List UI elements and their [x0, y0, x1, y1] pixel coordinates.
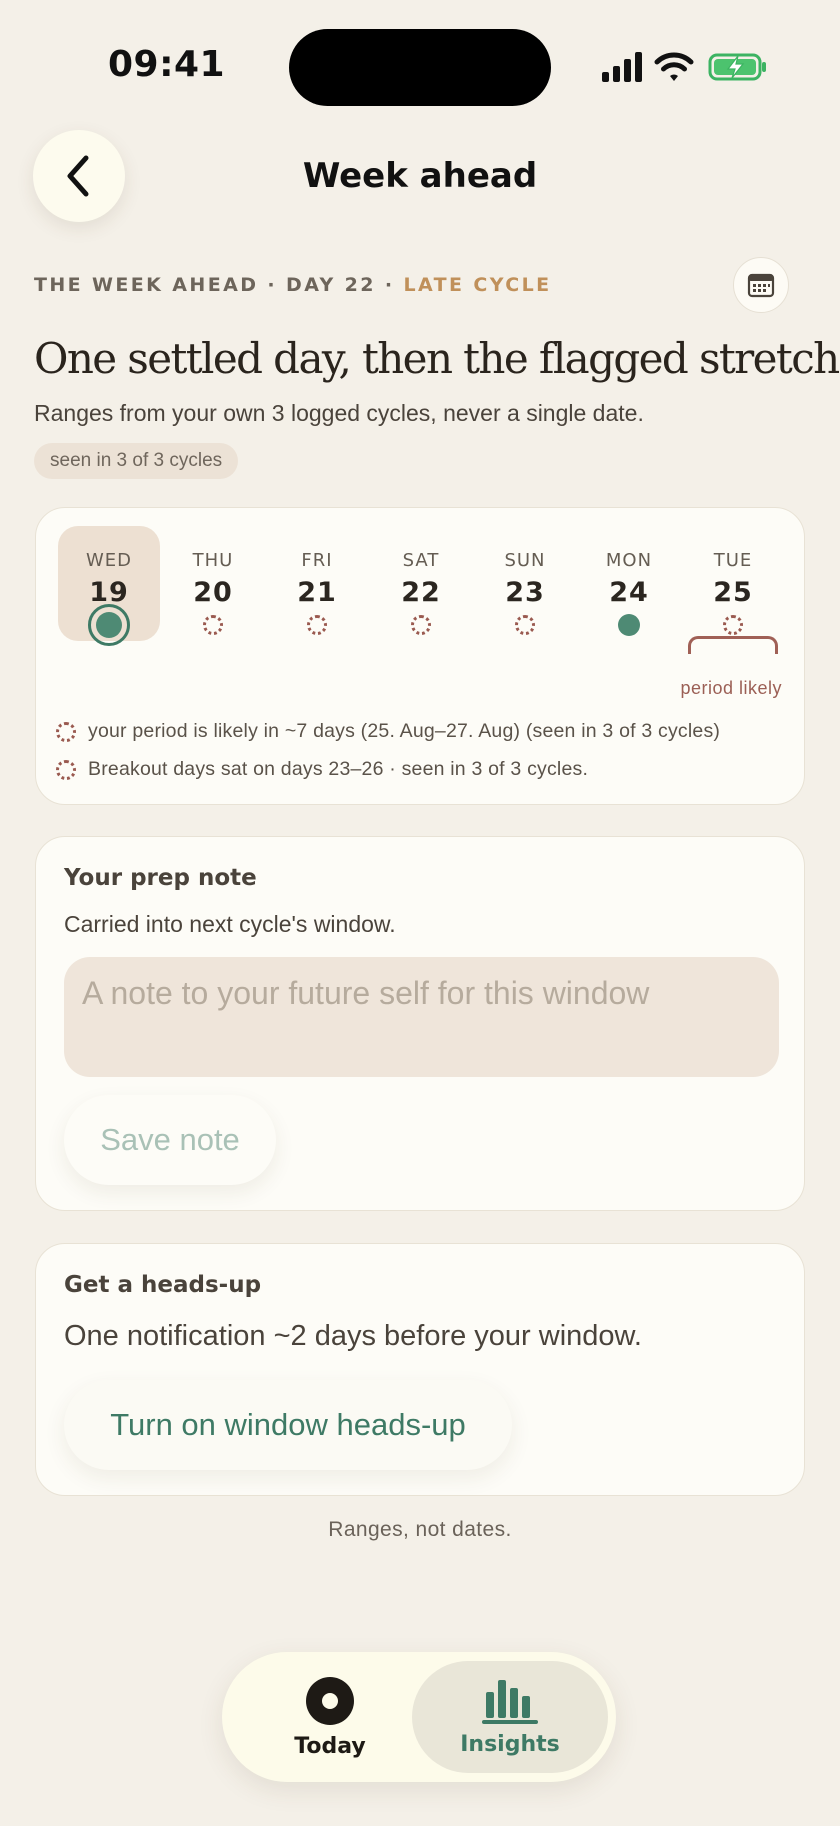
cellular-signal-icon [602, 52, 642, 82]
cycle-phase: LATE CYCLE [403, 274, 552, 296]
day-name: WED [85, 550, 133, 571]
headline: One settled day, then the flagged stretc… [34, 334, 840, 383]
calendar-icon [747, 273, 775, 298]
day-number: 24 [609, 577, 649, 608]
day-number: 23 [505, 577, 545, 608]
heads-up-title: Get a heads-up [64, 1272, 262, 1298]
day-number: 22 [401, 577, 441, 608]
legend-period: your period is likely in ~7 days (25. Au… [56, 720, 720, 743]
tab-insights-label: Insights [460, 1731, 560, 1757]
tab-insights[interactable]: Insights [412, 1661, 608, 1773]
day-column-wed[interactable]: WED 19 [58, 526, 160, 646]
eyebrow: THE WEEK AHEAD · DAY 22 · LATE CYCLE [34, 274, 552, 296]
day-column-thu[interactable]: THU 20 [162, 526, 264, 641]
dashed-circle-icon [203, 615, 223, 635]
day-name: FRI [301, 550, 333, 571]
legend-breakout: Breakout days sat on days 23–26 · seen i… [56, 758, 588, 781]
heads-up-card: Get a heads-up One notification ~2 days … [35, 1243, 805, 1496]
prep-note-description: Carried into next cycle's window. [64, 911, 396, 937]
day-name: SUN [504, 550, 546, 571]
today-icon [306, 1676, 354, 1725]
tab-today[interactable]: Today [252, 1661, 408, 1773]
eyebrow-main: THE WEEK AHEAD · DAY 22 · [34, 274, 395, 296]
day-column-mon[interactable]: MON 24 [578, 526, 680, 641]
dashed-circle-icon [56, 721, 76, 742]
status-time: 09:41 [108, 44, 226, 85]
dashed-circle-icon [515, 615, 535, 635]
day-number: 25 [713, 577, 753, 608]
legend-period-text: your period is likely in ~7 days (25. Au… [88, 720, 721, 742]
heads-up-description: One notification ~2 days before your win… [64, 1320, 642, 1352]
bar-chart-icon [482, 1679, 538, 1724]
dashed-circle-icon [411, 615, 431, 635]
dashed-circle-icon [307, 615, 327, 635]
day-column-sat[interactable]: SAT 22 [370, 526, 472, 641]
dashed-circle-icon [56, 759, 76, 780]
dynamic-island [289, 29, 551, 106]
day-name: THU [192, 550, 234, 571]
save-note-button[interactable]: Save note [64, 1095, 276, 1185]
day-number: 20 [193, 577, 233, 608]
prep-note-title: Your prep note [64, 865, 257, 891]
confidence-pill: seen in 3 of 3 cycles [34, 443, 239, 479]
subline: Ranges from your own 3 logged cycles, ne… [34, 400, 644, 426]
logged-dot-icon [618, 614, 640, 636]
turn-on-heads-up-button[interactable]: Turn on window heads-up [64, 1380, 512, 1470]
day-name: TUE [713, 550, 753, 571]
day-number: 21 [297, 577, 337, 608]
period-likely-label: period likely [680, 678, 782, 698]
day-name: MON [605, 550, 653, 571]
prep-note-card: Your prep note Carried into next cycle's… [35, 836, 805, 1211]
week-strip-card: WED 19 THU 20 FRI 21 SAT 22 SUN 23 MON 2… [35, 507, 805, 805]
day-column-tue[interactable]: TUE 25 [682, 526, 784, 641]
day-column-sun[interactable]: SUN 23 [474, 526, 576, 641]
battery-charging-icon [708, 53, 766, 81]
day-name: SAT [402, 550, 440, 571]
tab-today-label: Today [294, 1733, 366, 1759]
page-title: Week ahead [302, 156, 538, 196]
day-column-fri[interactable]: FRI 21 [266, 526, 368, 641]
legend-breakout-text: Breakout days sat on days 23–26 · seen i… [88, 758, 589, 780]
week-ahead-screen: 09:41 Week ahead THE WEEK AHEAD · DAY 22… [0, 0, 840, 1826]
calendar-button[interactable] [733, 257, 789, 313]
dashed-circle-icon [723, 615, 743, 635]
footer-note: Ranges, not dates. [328, 1518, 512, 1541]
bottom-tab-bar: Today Insights [222, 1652, 616, 1782]
prep-note-input[interactable] [64, 957, 779, 1077]
today-marker-icon [88, 604, 130, 646]
wifi-icon [654, 52, 694, 81]
period-window-bracket [688, 636, 778, 654]
